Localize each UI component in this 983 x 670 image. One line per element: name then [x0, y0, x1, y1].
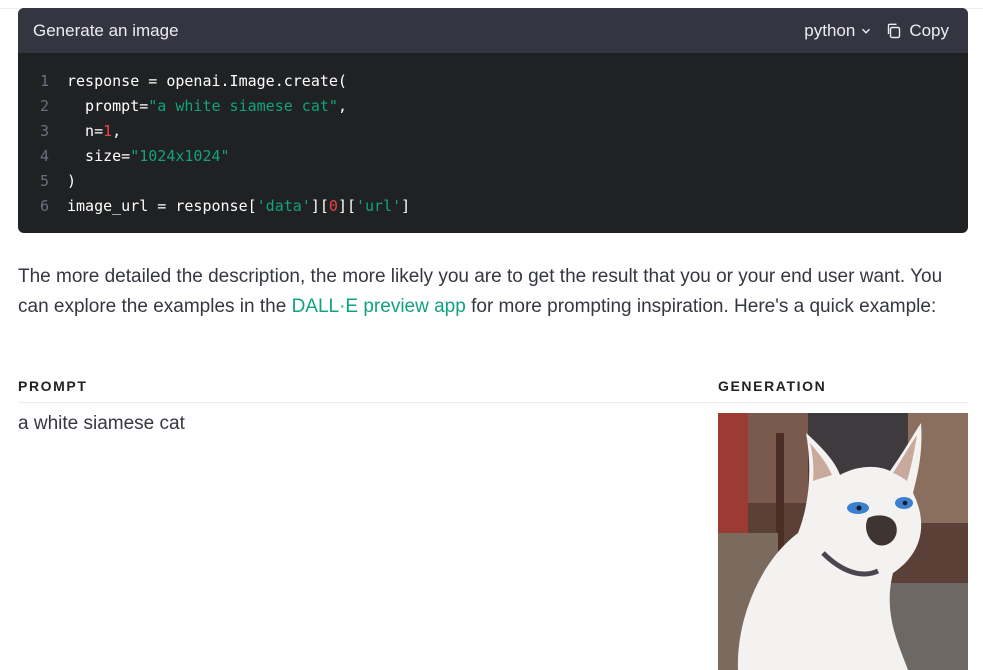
code-text: response = openai.Image.create(: [49, 69, 347, 94]
code-token: n=: [67, 122, 104, 140]
code-token: image_url = response[: [67, 197, 257, 215]
dalle-preview-link[interactable]: DALL·E preview app: [292, 296, 466, 317]
copy-button[interactable]: Copy: [885, 21, 949, 41]
code-text: size="1024x1024": [49, 144, 230, 169]
line-number: 1: [39, 72, 49, 90]
code-token: ][: [310, 197, 329, 215]
language-select[interactable]: python: [804, 21, 871, 41]
chevron-down-icon: [862, 28, 871, 34]
code-token: "a white siamese cat": [148, 97, 338, 115]
code-token: response = openai.Image.create(: [67, 72, 347, 90]
code-text: ): [49, 169, 76, 194]
code-line: 3 n=1,: [18, 119, 968, 144]
code-token: 'url': [356, 197, 402, 215]
code-text: prompt="a white siamese cat",: [49, 94, 347, 119]
code-line: 2 prompt="a white siamese cat",: [18, 94, 968, 119]
generation-column-header: GENERATION: [718, 378, 827, 394]
cat-illustration: [718, 413, 968, 670]
code-text: image_url = response['data'][0]['url']: [49, 194, 410, 219]
code-body: 1 response = openai.Image.create( 2 prompt…: [18, 53, 968, 219]
line-number: 3: [39, 122, 49, 140]
code-token: ): [67, 172, 77, 190]
code-token: "1024x1024": [130, 147, 230, 165]
code-text: n=1,: [49, 119, 121, 144]
line-number: 4: [39, 147, 49, 165]
code-token: 1: [103, 122, 113, 140]
line-number: 6: [39, 197, 49, 215]
prompt-cell: a white siamese cat: [18, 413, 185, 434]
copy-icon: [888, 23, 901, 38]
code-line: 4 size="1024x1024": [18, 144, 968, 169]
line-number: 2: [39, 97, 49, 115]
line-number: 5: [39, 172, 49, 190]
code-token: 'data': [256, 197, 311, 215]
code-header: Generate an image python Copy: [18, 8, 968, 53]
description-text-end: for more prompting inspiration. Here's a…: [465, 296, 937, 317]
example-table-header: PROMPT GENERATION: [18, 377, 968, 403]
code-token: ,: [112, 122, 122, 140]
description-paragraph: The more detailed the description, the m…: [18, 262, 968, 322]
copy-label: Copy: [909, 20, 949, 40]
code-token: size=: [67, 147, 131, 165]
prompt-column-header: PROMPT: [18, 378, 88, 394]
language-label: python: [804, 20, 856, 40]
code-title: Generate an image: [33, 20, 179, 40]
code-line: 1 response = openai.Image.create(: [18, 69, 968, 94]
code-token: ]: [401, 197, 411, 215]
code-line: 6 image_url = response['data'][0]['url']: [18, 194, 968, 219]
code-token: ][: [337, 197, 356, 215]
generated-cat-image: [718, 413, 968, 670]
code-line: 5): [18, 169, 968, 194]
code-token: ,: [337, 97, 347, 115]
code-actions: python Copy: [804, 21, 949, 41]
code-token: 0: [328, 197, 338, 215]
code-token: prompt=: [67, 97, 149, 115]
code-block: Generate an image python Copy 1 response …: [18, 8, 968, 233]
